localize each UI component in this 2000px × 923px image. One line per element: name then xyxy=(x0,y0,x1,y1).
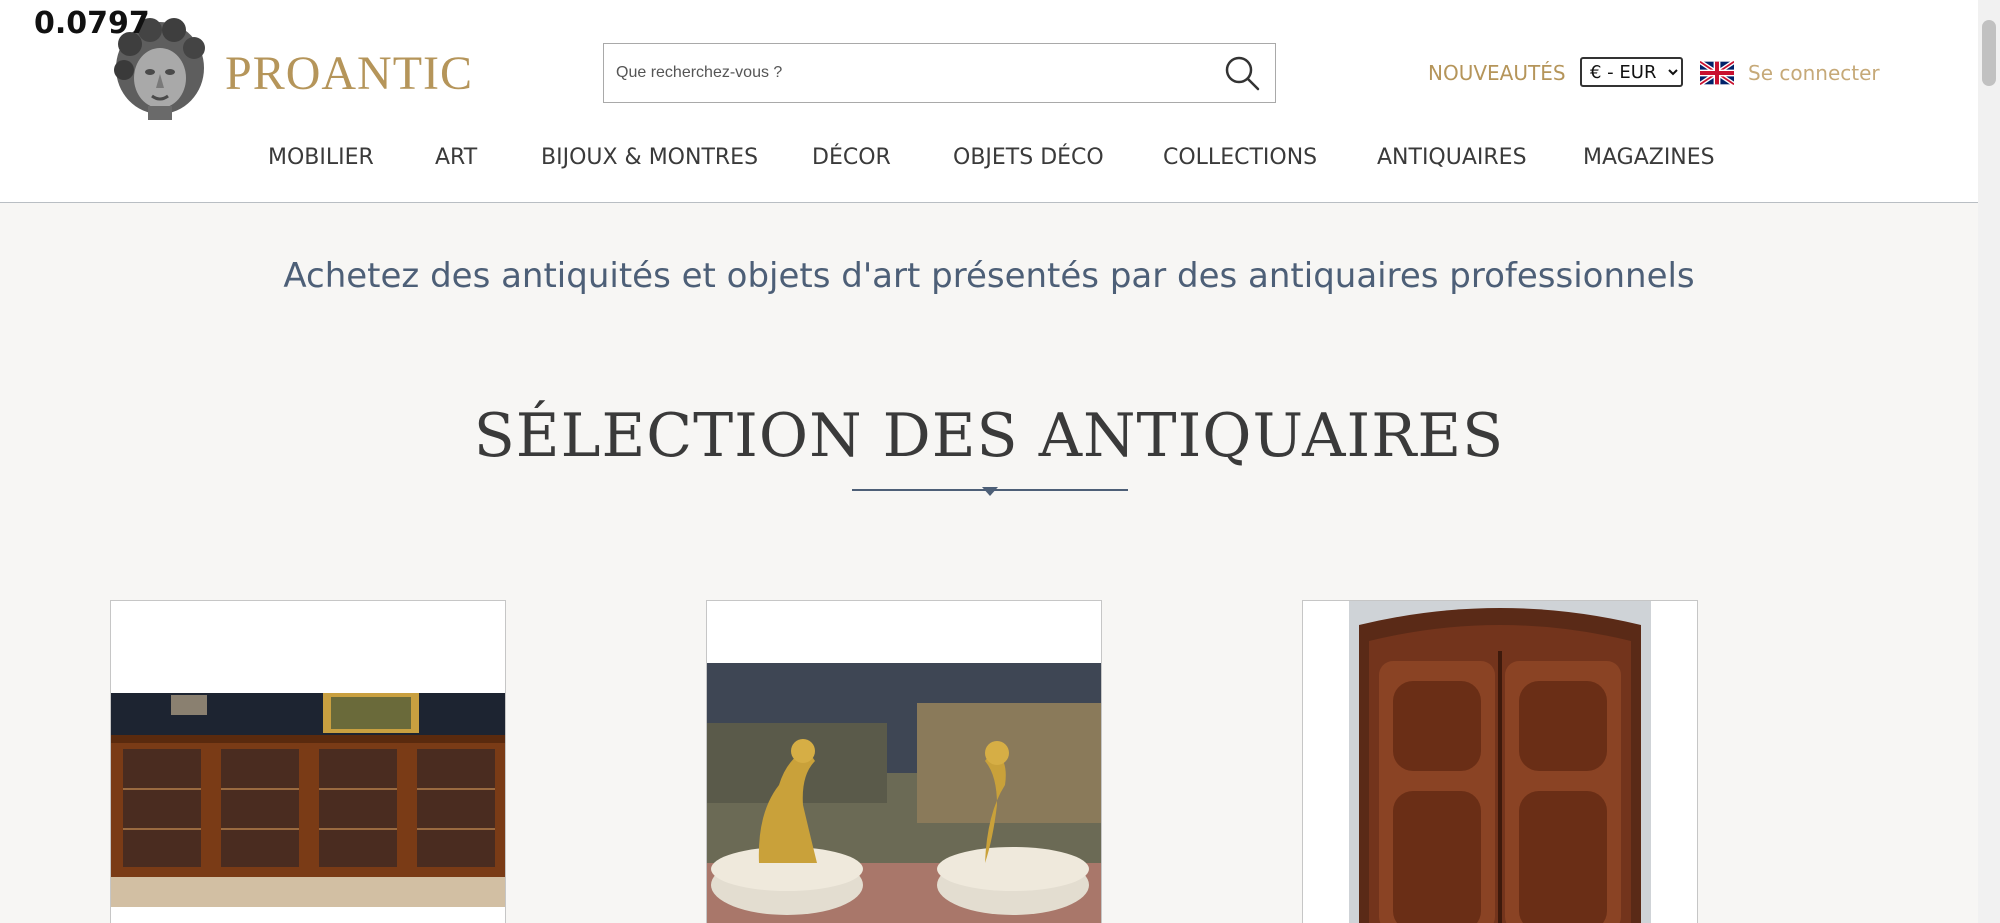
uk-flag-icon[interactable] xyxy=(1700,61,1734,85)
main-nav: MOBILIER ART BIJOUX & MONTRES DÉCOR OBJE… xyxy=(0,145,1978,185)
site-header: PROANTIC NOUVEAUTÉS € - EUR Se connecter… xyxy=(0,0,1978,203)
overlay-value: 0.0797 xyxy=(34,6,150,41)
nav-item-collections[interactable]: COLLECTIONS xyxy=(1163,145,1317,170)
currency-select[interactable]: € - EUR xyxy=(1580,57,1683,87)
section-title: SÉLECTION DES ANTIQUAIRES xyxy=(473,401,1505,471)
nav-item-art[interactable]: ART xyxy=(435,145,477,170)
product-card[interactable] xyxy=(1302,600,1698,923)
search-bar xyxy=(603,43,1276,103)
nouveautes-link[interactable]: NOUVEAUTÉS xyxy=(1428,61,1566,85)
gilt-dogs-image[interactable] xyxy=(707,663,1102,923)
vertical-scrollbar[interactable] xyxy=(1978,0,2000,923)
brand-name[interactable]: PROANTIC xyxy=(225,46,473,101)
search-input[interactable] xyxy=(604,44,1204,102)
product-card[interactable] xyxy=(706,600,1102,923)
nav-item-antiquaires[interactable]: ANTIQUAIRES xyxy=(1377,145,1527,170)
divider-notch xyxy=(982,487,998,496)
scrollbar-thumb[interactable] xyxy=(1982,20,1996,86)
product-card[interactable] xyxy=(110,600,506,923)
armoire-image[interactable] xyxy=(1349,601,1651,923)
nav-item-decor[interactable]: DÉCOR xyxy=(812,145,891,170)
nav-item-bijoux-montres[interactable]: BIJOUX & MONTRES xyxy=(541,145,758,170)
page-tagline: Achetez des antiquités et objets d'art p… xyxy=(283,256,1695,296)
bookcase-image[interactable] xyxy=(111,693,506,907)
nav-item-objets-deco[interactable]: OBJETS DÉCO xyxy=(953,145,1104,170)
nav-item-magazines[interactable]: MAGAZINES xyxy=(1583,145,1715,170)
search-icon[interactable] xyxy=(1223,54,1261,92)
nav-item-mobilier[interactable]: MOBILIER xyxy=(268,145,374,170)
login-link[interactable]: Se connecter xyxy=(1748,61,1880,85)
